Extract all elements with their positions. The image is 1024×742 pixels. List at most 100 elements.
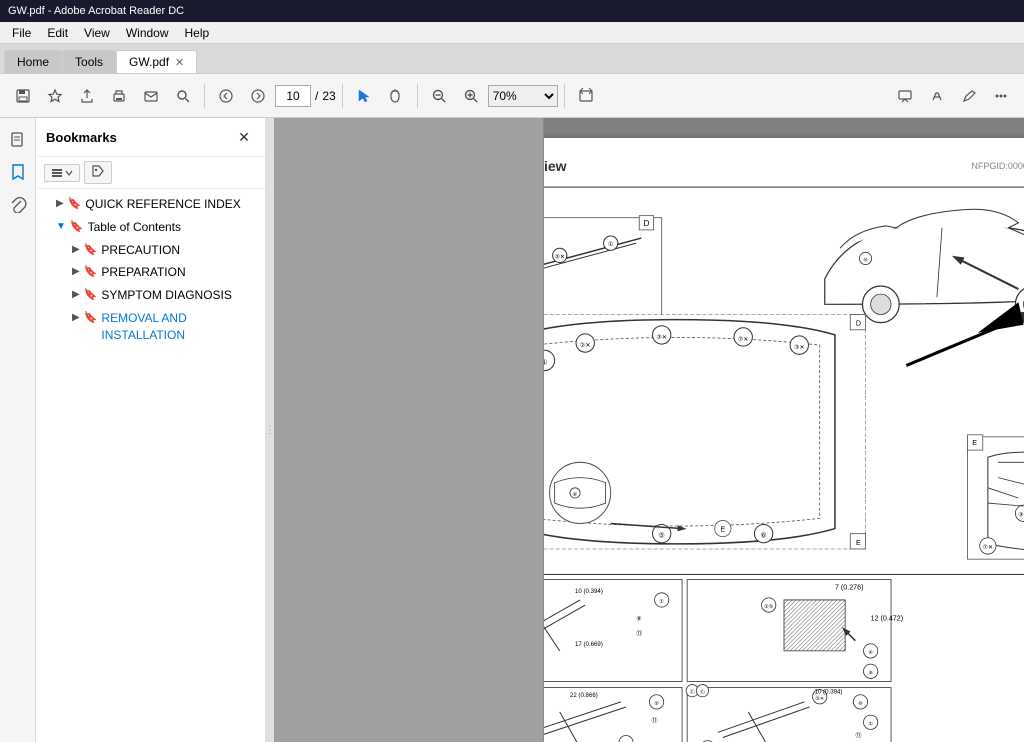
comment-button[interactable] bbox=[890, 81, 920, 111]
bookmarks-view-button[interactable] bbox=[44, 164, 80, 182]
toolbar-separator-4 bbox=[564, 84, 565, 108]
svg-text:Ⓒ: Ⓒ bbox=[700, 689, 705, 696]
main-area: Bookmarks ✕ ▶ 🔖 QUICK REFERENCE INDEX ▼ … bbox=[0, 118, 1024, 742]
next-page-icon bbox=[250, 88, 266, 104]
email-icon bbox=[143, 88, 159, 104]
thumbnail-area bbox=[274, 118, 544, 742]
bookmark-item-toc[interactable]: ▼ 🔖 Table of Contents bbox=[36, 216, 265, 239]
expand-icon-removal: ▶ bbox=[72, 312, 80, 323]
select-tool-button[interactable] bbox=[349, 81, 379, 111]
toolbar: / 23 70% 50% 75% 100% 125% 150% bbox=[0, 74, 1024, 118]
more-tools-icon bbox=[993, 88, 1009, 104]
bookmark-item-preparation[interactable]: ▶ 🔖 PREPARATION bbox=[36, 261, 265, 284]
menu-help[interactable]: Help bbox=[177, 24, 218, 42]
svg-text:②⑤: ②⑤ bbox=[764, 604, 774, 610]
bookmarks-list: ▶ 🔖 QUICK REFERENCE INDEX ▼ 🔖 Table of C… bbox=[36, 189, 265, 742]
menu-view[interactable]: View bbox=[76, 24, 118, 42]
svg-text:①: ① bbox=[659, 599, 664, 605]
expand-icon-preparation: ▶ bbox=[72, 266, 80, 277]
page-separator: / bbox=[315, 89, 318, 103]
tools-button[interactable] bbox=[986, 81, 1016, 111]
svg-text:D: D bbox=[856, 320, 861, 328]
zoom-select[interactable]: 70% 50% 75% 100% 125% 150% bbox=[488, 85, 558, 107]
close-bookmarks-button[interactable]: ✕ bbox=[233, 126, 255, 148]
zoom-out-button[interactable] bbox=[424, 81, 454, 111]
panel-splitter[interactable]: ⋮ bbox=[266, 118, 274, 742]
svg-text:⑧: ⑧ bbox=[868, 670, 873, 676]
bookmark-label-toc: Table of Contents bbox=[88, 219, 257, 236]
tab-home[interactable]: Home bbox=[4, 50, 62, 73]
tab-tools[interactable]: Tools bbox=[62, 50, 116, 73]
bookmark-label-quick-ref: QUICK REFERENCE INDEX bbox=[85, 196, 257, 213]
next-page-button[interactable] bbox=[243, 81, 273, 111]
bookmark-item-quick-ref[interactable]: ▶ 🔖 QUICK REFERENCE INDEX bbox=[36, 193, 265, 216]
svg-text:⑧: ⑧ bbox=[636, 615, 641, 622]
panel-icon-pages[interactable] bbox=[4, 126, 32, 154]
expand-icon-symptom: ▶ bbox=[72, 289, 80, 300]
hand-tool-button[interactable] bbox=[381, 81, 411, 111]
dropdown-arrow-icon bbox=[65, 169, 73, 177]
svg-text:⑥: ⑥ bbox=[573, 492, 578, 498]
svg-text:10 (0.394): 10 (0.394) bbox=[815, 689, 843, 696]
prev-page-icon bbox=[218, 88, 234, 104]
prev-page-button[interactable] bbox=[211, 81, 241, 111]
cursor-icon bbox=[356, 88, 372, 104]
svg-text:⑦✕: ⑦✕ bbox=[738, 336, 749, 343]
panel-icon-bookmarks[interactable] bbox=[4, 158, 32, 186]
bookmark-label-precaution: PRECAUTION bbox=[101, 242, 257, 259]
bookmarks-header: Bookmarks ✕ bbox=[36, 118, 265, 157]
bookmark-icon-removal: 🔖 bbox=[84, 311, 98, 324]
bookmark-item-precaution[interactable]: ▶ 🔖 PRECAUTION bbox=[36, 239, 265, 262]
list-view-icon bbox=[51, 167, 63, 179]
page-navigation: / 23 bbox=[275, 85, 336, 107]
page-number-input[interactable] bbox=[275, 85, 311, 107]
highlight-icon bbox=[929, 88, 945, 104]
print-icon bbox=[111, 88, 127, 104]
bookmark-icon-toc: 🔖 bbox=[70, 220, 84, 233]
svg-text:⑥: ⑥ bbox=[760, 532, 766, 540]
menu-bar: File Edit View Window Help bbox=[0, 22, 1024, 44]
bookmarks-title: Bookmarks bbox=[46, 130, 117, 145]
tab-file[interactable]: GW.pdf ✕ bbox=[116, 50, 197, 73]
tab-bar: Home Tools GW.pdf ✕ bbox=[0, 44, 1024, 74]
expand-icon-precaution: ▶ bbox=[72, 244, 80, 255]
pdf-page-header: Exploded View NFPGID:000000000007E7B523 bbox=[544, 158, 1024, 174]
svg-text:③✕: ③✕ bbox=[656, 334, 667, 341]
bookmark-item-symptom[interactable]: ▶ 🔖 SYMPTOM DIAGNOSIS bbox=[36, 284, 265, 307]
pdf-section-label: Exploded View bbox=[544, 158, 567, 174]
bookmark-item-removal[interactable]: ▶ 🔖 REMOVAL AND INSTALLATION bbox=[36, 307, 265, 347]
menu-file[interactable]: File bbox=[4, 24, 39, 42]
draw-icon bbox=[961, 88, 977, 104]
svg-text:E: E bbox=[720, 526, 725, 534]
bookmark-label-removal: REMOVAL AND INSTALLATION bbox=[101, 310, 257, 344]
zoom-in-button[interactable] bbox=[456, 81, 486, 111]
save-button[interactable] bbox=[8, 81, 38, 111]
menu-edit[interactable]: Edit bbox=[39, 24, 76, 42]
email-button[interactable] bbox=[136, 81, 166, 111]
fit-page-button[interactable] bbox=[571, 81, 601, 111]
svg-text:D: D bbox=[643, 219, 649, 228]
svg-text:⑪: ⑪ bbox=[651, 716, 657, 724]
bookmarks-panel: Bookmarks ✕ ▶ 🔖 QUICK REFERENCE INDEX ▼ … bbox=[36, 118, 266, 742]
menu-window[interactable]: Window bbox=[118, 24, 177, 42]
bookmark-icon-preparation: 🔖 bbox=[84, 265, 98, 278]
tab-close-button[interactable]: ✕ bbox=[175, 56, 184, 69]
print-button[interactable] bbox=[104, 81, 134, 111]
bookmarks-tag-button[interactable] bbox=[84, 161, 112, 184]
share-button[interactable] bbox=[72, 81, 102, 111]
tag-icon bbox=[91, 164, 105, 178]
bookmark-button[interactable] bbox=[40, 81, 70, 111]
svg-text:②✕: ②✕ bbox=[580, 342, 591, 349]
svg-text:③✕: ③✕ bbox=[815, 696, 824, 702]
hand-icon bbox=[388, 88, 404, 104]
highlight-button[interactable] bbox=[922, 81, 952, 111]
panel-icon-attachments[interactable] bbox=[4, 190, 32, 218]
svg-text:①: ① bbox=[608, 241, 613, 248]
search-button[interactable] bbox=[168, 81, 198, 111]
draw-button[interactable] bbox=[954, 81, 984, 111]
save-icon bbox=[15, 88, 31, 104]
bookmark-icon-quick-ref: 🔖 bbox=[68, 197, 82, 210]
bookmark-icon-precaution: 🔖 bbox=[84, 243, 98, 256]
pdf-viewer[interactable]: Exploded View NFPGID:000000000007E7B523 … bbox=[544, 118, 1024, 742]
bookmarks-toolbar bbox=[36, 157, 265, 189]
